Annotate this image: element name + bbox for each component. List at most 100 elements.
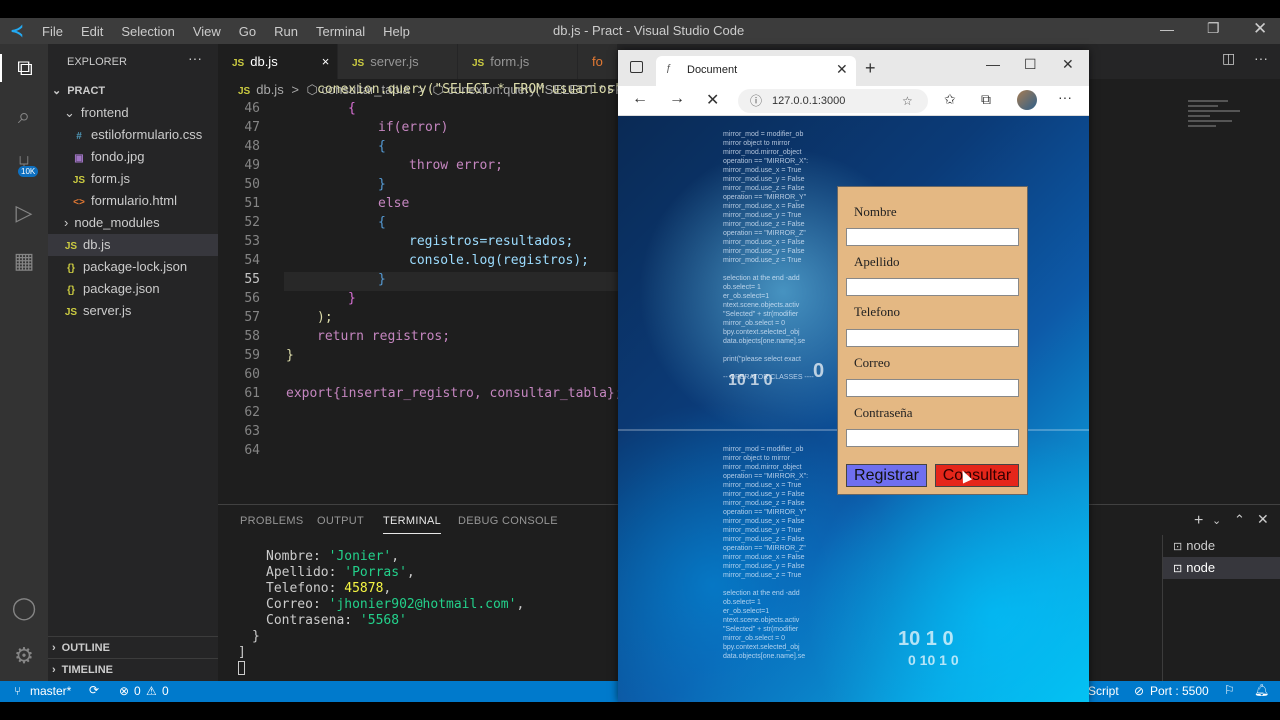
profile-avatar[interactable] — [1017, 90, 1037, 110]
tab-formjs[interactable]: JS form.js — [458, 44, 578, 79]
tab-actions-icon[interactable] — [630, 61, 643, 73]
correo-label: Correo — [854, 355, 891, 370]
favorites-icon[interactable]: ✩ — [944, 91, 956, 108]
more-actions-icon[interactable]: ··· — [188, 50, 202, 66]
warning-count[interactable]: 0 — [162, 684, 169, 698]
browser-toolbar: ← → ✕ ⓘ 127.0.0.1:3000 ☆ ✩ ⧉ ··· — [618, 86, 1089, 116]
close-icon[interactable]: ✕ — [1253, 19, 1267, 39]
correo-input[interactable] — [846, 379, 1019, 397]
code-line: console.log(registros); — [409, 253, 590, 268]
menu-terminal[interactable]: Terminal — [316, 24, 365, 39]
back-arrow-icon[interactable]: ← — [632, 90, 648, 108]
project-root[interactable]: ⌄ PRACT — [48, 80, 218, 102]
more-actions-icon[interactable]: ··· — [1254, 50, 1268, 66]
files-icon[interactable]: ⧉ — [0, 54, 48, 82]
menu-view[interactable]: View — [193, 24, 221, 39]
chevron-down-icon[interactable]: ⌄ — [1212, 514, 1221, 527]
tree-item-jpg[interactable]: ▣ fondo.jpg — [48, 146, 218, 168]
js-file-icon: JS — [64, 241, 78, 252]
tree-item-html[interactable]: <> formulario.html — [48, 190, 218, 212]
close-window-icon[interactable]: ✕ — [1062, 56, 1074, 73]
js-file-icon: JS — [352, 58, 365, 69]
stop-loading-icon[interactable]: ✕ — [706, 90, 719, 110]
forward-arrow-icon[interactable]: → — [669, 90, 685, 108]
apellido-label: Apellido — [854, 254, 900, 269]
tree-item-dbjs[interactable]: JS db.js — [48, 234, 218, 256]
tab-more[interactable]: fo — [578, 44, 618, 79]
json-file-icon: {} — [67, 285, 75, 296]
tree-item-serverjs[interactable]: JS server.js — [48, 300, 218, 322]
panel-tab-terminal[interactable]: TERMINAL — [383, 515, 442, 534]
apellido-input[interactable] — [846, 278, 1019, 296]
tree-item-node-modules[interactable]: › node_modules — [48, 212, 218, 234]
minimize-icon[interactable]: — — [1160, 21, 1174, 37]
new-terminal-icon[interactable]: + — [1194, 512, 1203, 530]
chevron-down-icon: ⌄ — [52, 85, 62, 97]
close-tab-icon[interactable]: × — [322, 54, 330, 69]
tree-item-package[interactable]: {} package.json — [48, 278, 218, 300]
panel-tab-debug-console[interactable]: DEBUG CONSOLE — [458, 515, 558, 527]
close-panel-icon[interactable]: ✕ — [1257, 511, 1269, 528]
code-line: registros=resultados; — [409, 234, 574, 249]
close-tab-icon[interactable]: ✕ — [836, 61, 848, 78]
code-line: { — [378, 215, 386, 230]
sync-icon[interactable]: ⟳ — [89, 683, 99, 697]
code-line: export{insertar_registro, consultar_tabl… — [286, 386, 623, 401]
terminal-list-item[interactable]: ⊡ node — [1163, 535, 1280, 557]
menu-selection[interactable]: Selection — [121, 24, 174, 39]
minimize-icon[interactable]: — — [986, 56, 1000, 72]
tree-item-css[interactable]: # estiloformulario.css — [48, 124, 218, 146]
registrar-button[interactable]: Registrar — [846, 464, 927, 487]
nombre-input[interactable] — [846, 228, 1019, 246]
contrasena-input[interactable] — [846, 429, 1019, 447]
minimap[interactable] — [1188, 100, 1248, 160]
menu-edit[interactable]: Edit — [81, 24, 103, 39]
more-menu-icon[interactable]: ··· — [1058, 89, 1072, 105]
menu-go[interactable]: Go — [239, 24, 256, 39]
terminal-list-item[interactable]: ⊡ node — [1163, 557, 1280, 579]
browser-tab[interactable]: ƒ Document ✕ — [656, 56, 856, 86]
favorite-star-icon[interactable]: ☆ — [902, 89, 913, 113]
search-icon[interactable]: ⌕ — [10, 102, 38, 130]
maximize-icon[interactable]: ☐ — [1024, 56, 1037, 73]
feedback-icon[interactable]: ⚐ — [1224, 683, 1235, 697]
tree-item-package-lock[interactable]: {} package-lock.json — [48, 256, 218, 278]
breadcrumb-file[interactable]: db.js — [256, 82, 283, 97]
port-icon: ⊘ — [1134, 684, 1145, 698]
telefono-input[interactable] — [846, 329, 1019, 347]
line-number: 54 — [244, 253, 260, 268]
notifications-bell-icon[interactable]: 🔔︎ — [1254, 683, 1269, 697]
run-debug-icon[interactable]: ▷ — [10, 199, 38, 227]
address-bar[interactable]: ⓘ 127.0.0.1:3000 ☆ — [738, 89, 928, 113]
git-branch[interactable]: master* — [30, 684, 71, 698]
outline-section[interactable]: › OUTLINE — [48, 636, 218, 658]
code-line: } — [378, 272, 386, 287]
split-editor-icon[interactable]: ◫ — [1222, 50, 1235, 67]
tree-item-formjs[interactable]: JS form.js — [48, 168, 218, 190]
tab-serverjs[interactable]: JS server.js — [338, 44, 458, 79]
extensions-icon[interactable]: ▦ — [10, 247, 38, 275]
account-icon[interactable]: ◯ — [10, 594, 38, 622]
css-file-icon: # — [76, 131, 82, 142]
menu-help[interactable]: Help — [383, 24, 410, 39]
settings-gear-icon[interactable]: ⚙ — [10, 642, 38, 670]
menu-run[interactable]: Run — [274, 24, 298, 39]
collections-icon[interactable]: ⧉ — [981, 91, 991, 108]
language-mode[interactable]: Script — [1088, 684, 1119, 698]
restore-icon[interactable]: ❐ — [1207, 20, 1220, 37]
terminal-line: ] — [238, 645, 246, 660]
maximize-panel-icon[interactable]: ⌃ — [1234, 512, 1245, 528]
browser-window: ƒ Document ✕ + — ☐ ✕ ← → ✕ ⓘ 127.0.0.1:3… — [618, 50, 1089, 702]
consultar-button[interactable]: Consultar — [935, 464, 1019, 487]
menu-file[interactable]: File — [42, 24, 63, 39]
panel-tab-output[interactable]: OUTPUT — [317, 515, 364, 527]
new-tab-icon[interactable]: + — [865, 58, 876, 79]
error-count[interactable]: 0 — [134, 684, 141, 698]
tab-dbjs[interactable]: JS db.js × — [218, 44, 338, 79]
timeline-section[interactable]: › TIMELINE — [48, 658, 218, 680]
code-editor[interactable]: 46 47 48 49 50 51 52 53 54 55 56 57 58 5… — [218, 82, 622, 501]
panel-tab-problems[interactable]: PROBLEMS — [240, 515, 304, 527]
tree-item-frontend[interactable]: ⌄ frontend — [48, 102, 218, 124]
live-server-port[interactable]: Port : 5500 — [1150, 684, 1209, 698]
terminal-output[interactable]: Nombre: 'Jonier', Apellido: 'Porras', Te… — [218, 549, 618, 679]
